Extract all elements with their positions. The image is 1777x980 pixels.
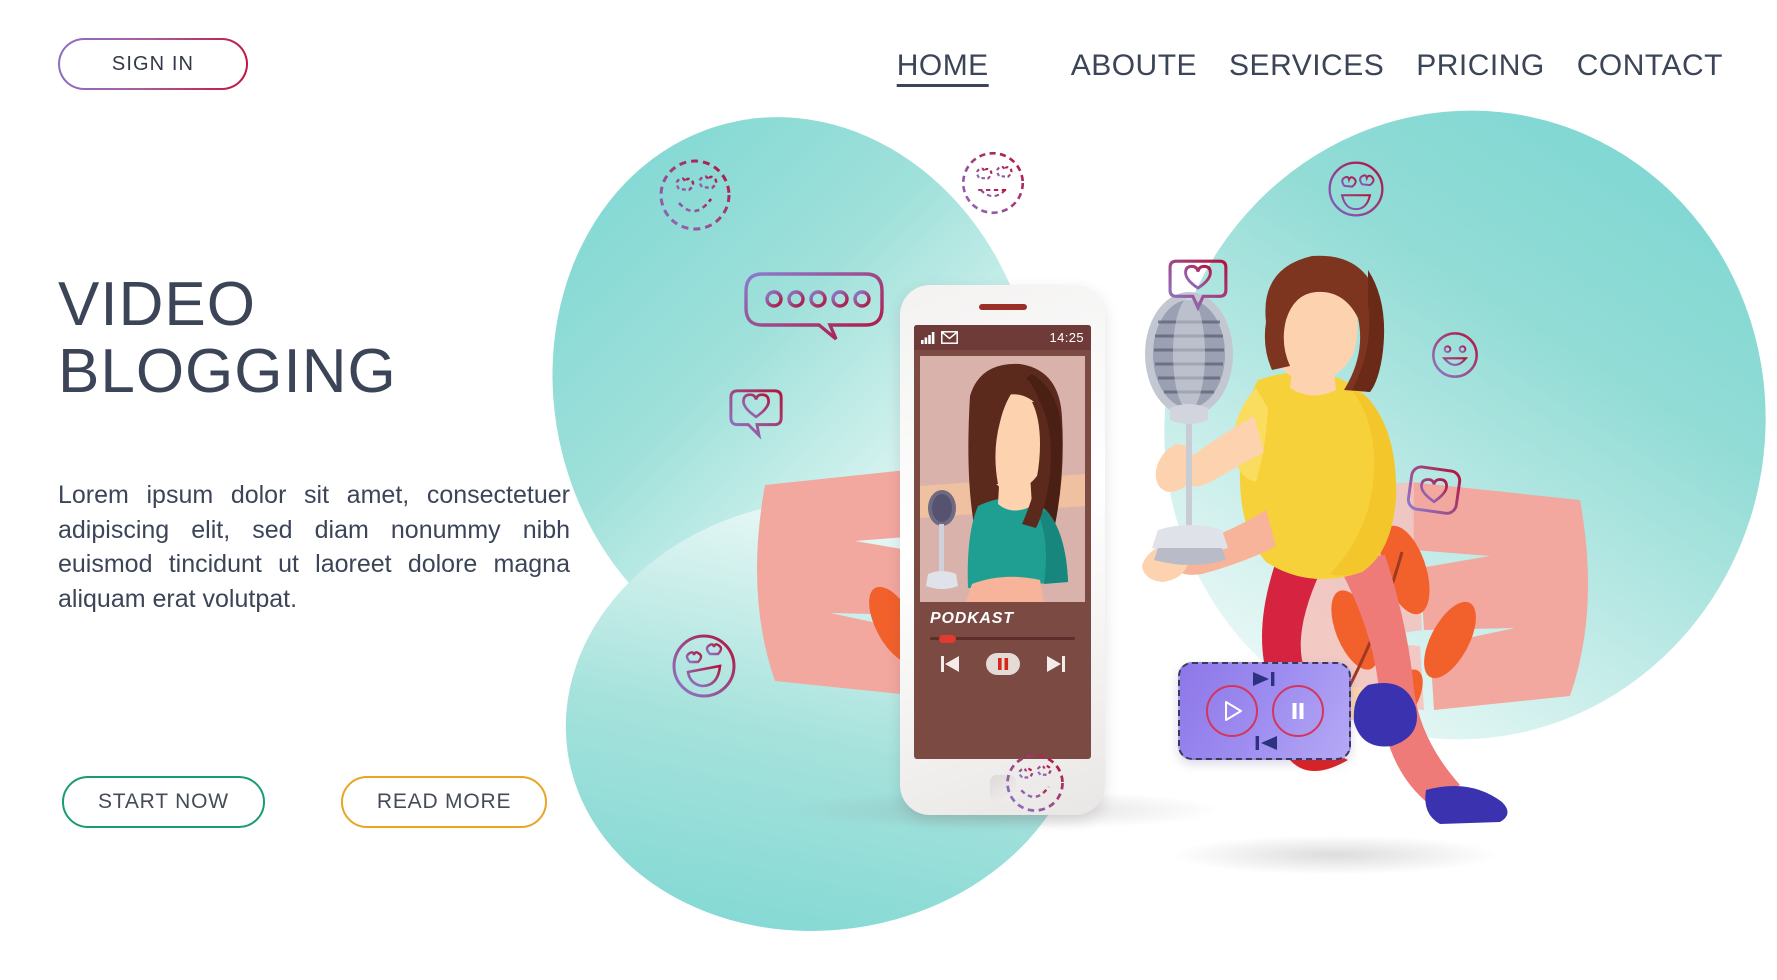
heart-badge-icon-3 — [1406, 465, 1462, 515]
play-icon — [1224, 701, 1242, 721]
floating-player-card[interactable] — [1178, 662, 1351, 760]
next-track-icon[interactable] — [1046, 656, 1065, 672]
nav-item-contact[interactable]: CONTACT — [1561, 48, 1739, 84]
smiley-emoji-2 — [672, 634, 736, 698]
previous-track-icon[interactable] — [940, 656, 960, 672]
previous-track-icon-card[interactable] — [1252, 736, 1278, 750]
nav-item-home[interactable]: HOME — [881, 48, 1005, 84]
microphone — [1145, 292, 1233, 565]
smartphone-mockup: 14:25 PODKAST — [900, 285, 1105, 815]
start-now-button[interactable]: START NOW — [62, 776, 265, 828]
page-title: VIDEO BLOGGING — [58, 270, 397, 406]
start-now-label: START NOW — [98, 790, 229, 813]
envelope-icon — [941, 331, 958, 344]
play-button-card[interactable] — [1205, 685, 1258, 737]
nav-item-aboute[interactable]: ABOUTE — [1055, 48, 1213, 84]
chat-bubble-dots-icon — [744, 272, 884, 341]
heart-eyes-emoji-3 — [1328, 161, 1384, 217]
player-controls — [914, 653, 1091, 675]
hero-description: Lorem ipsum dolor sit amet, consectetuer… — [58, 481, 570, 613]
sign-in-button[interactable]: SIGN IN — [58, 38, 248, 90]
video-preview[interactable] — [920, 356, 1085, 602]
cta-row: START NOW READ MORE — [62, 776, 548, 828]
shoe-back — [1425, 786, 1508, 824]
page-title-line-2: BLOGGING — [58, 336, 397, 406]
shoe-front — [1353, 683, 1417, 747]
signal-bars-icon — [921, 332, 935, 344]
main-navigation: HOME ABOUTE SERVICES PRICING CONTACT — [881, 48, 1739, 84]
status-bar-time: 14:25 — [1049, 330, 1084, 345]
landing-page: SIGN IN HOME ABOUTE SERVICES PRICING CON… — [0, 0, 1777, 980]
pause-button-card[interactable] — [1271, 685, 1324, 737]
smiley-emoji-1 — [1432, 332, 1478, 378]
heart-badge-icon-1 — [729, 389, 783, 440]
pause-icon — [1292, 703, 1303, 719]
page-title-line-1: VIDEO — [58, 270, 256, 339]
phone-screen: 14:25 PODKAST — [914, 325, 1091, 759]
nav-item-services[interactable]: SERVICES — [1213, 48, 1400, 84]
next-track-icon-card[interactable] — [1252, 672, 1278, 686]
hero-illustration: 14:25 PODKAST — [494, 54, 1777, 965]
heart-badge-icon-2 — [1168, 259, 1228, 312]
heart-eyes-emoji-1 — [659, 159, 731, 231]
progress-thumb[interactable] — [939, 634, 956, 643]
pause-button[interactable] — [985, 653, 1020, 675]
read-more-label: READ MORE — [376, 790, 512, 813]
status-bar-icons — [921, 331, 958, 344]
smiley-emoji-3 — [1006, 754, 1064, 812]
phone-earpiece — [978, 304, 1027, 310]
playback-progress-bar[interactable] — [930, 634, 1075, 643]
heart-eyes-emoji-2 — [961, 151, 1025, 215]
player-title: PODKAST — [930, 610, 1014, 627]
nav-item-pricing[interactable]: PRICING — [1400, 48, 1561, 84]
sign-in-label: SIGN IN — [111, 52, 195, 75]
phone-status-bar: 14:25 — [914, 325, 1091, 350]
read-more-button[interactable]: READ MORE — [340, 776, 548, 828]
